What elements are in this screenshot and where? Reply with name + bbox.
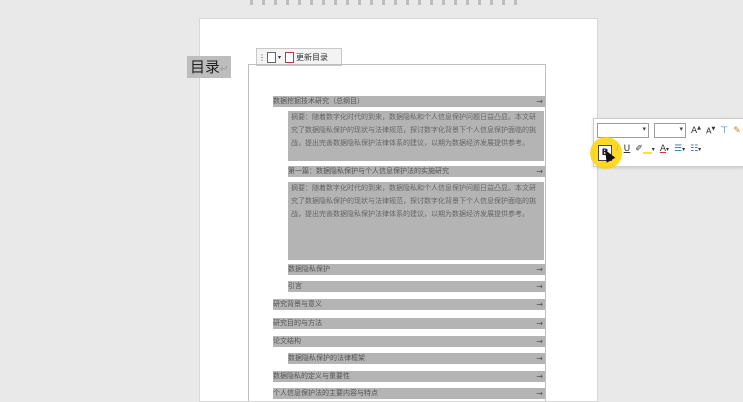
shrink-font-button[interactable]: A▼ bbox=[706, 126, 715, 136]
toc-line[interactable]: 个人信息保护法的主要内容与特点 → bbox=[273, 388, 545, 399]
update-toc-label: 更新目录 bbox=[296, 52, 329, 62]
update-doc-icon bbox=[285, 51, 295, 63]
font-size-combo[interactable]: ▾ bbox=[654, 123, 686, 138]
toc-line[interactable]: 研究目的与方法 → bbox=[273, 318, 545, 329]
underline-button[interactable]: U bbox=[624, 144, 631, 154]
arrow-icon: → bbox=[536, 354, 543, 363]
toc-line[interactable]: 第一篇：数据隐私保护与个人信息保护法的实施研究 → bbox=[288, 166, 545, 177]
toc-line[interactable]: 数据隐私的定义与重要性 → bbox=[273, 371, 545, 382]
change-case-icon[interactable]: ⊤ bbox=[720, 126, 728, 136]
font-color-button[interactable]: A▾ bbox=[660, 144, 669, 154]
format-painter-icon[interactable]: ✎ bbox=[733, 126, 741, 136]
toc-menu-icon[interactable]: ⋮ bbox=[257, 53, 267, 62]
mini-toolbar-row-2: I U ✐▾ A▾ ☰▾ ☷▾ bbox=[616, 144, 701, 154]
chevron-down-icon: ▾ bbox=[642, 125, 646, 133]
toc-line[interactable]: 论文结构 → bbox=[273, 336, 545, 347]
toc-line[interactable]: 引言 → bbox=[288, 281, 545, 292]
toc-paragraph[interactable]: 摘要：随着数字化时代的到来，数据隐私和个人信息保护问题日益凸显。本文研究了数据隐… bbox=[288, 182, 544, 260]
paragraph-mark-icon: ↵ bbox=[220, 64, 229, 75]
arrow-icon: → bbox=[536, 167, 543, 176]
arrow-icon: → bbox=[536, 337, 543, 346]
toc-line[interactable]: 数据隐私保护的法律框架 → bbox=[288, 353, 545, 364]
bullets-icon[interactable]: ☰▾ bbox=[674, 144, 685, 154]
ruler bbox=[250, 0, 540, 6]
toc-line[interactable]: 研究背景与意义 → bbox=[273, 299, 545, 310]
toc-title[interactable]: 目录↵ bbox=[187, 56, 232, 78]
toc-paragraph[interactable]: 摘要：随着数字化时代的到来，数据隐私和个人信息保护问题日益凸显。本文研究了数据隐… bbox=[288, 111, 544, 161]
arrow-icon: → bbox=[536, 319, 543, 328]
chevron-down-icon: ▾ bbox=[679, 125, 683, 133]
arrow-icon: → bbox=[536, 282, 543, 291]
font-name-combo[interactable]: ▾ bbox=[597, 123, 649, 138]
toc-doc-icon[interactable] bbox=[267, 51, 276, 63]
toc-line[interactable]: 数据隐私保护 → bbox=[288, 264, 545, 275]
arrow-icon: → bbox=[536, 372, 543, 381]
highlight-color-icon[interactable]: ✐ ▾ bbox=[635, 144, 655, 154]
update-toc-button[interactable]: 更新目录 bbox=[285, 51, 329, 63]
toc-title-text: 目录 bbox=[190, 58, 221, 76]
arrow-icon: → bbox=[536, 300, 543, 309]
grow-font-button[interactable]: A▲ bbox=[691, 125, 701, 136]
mini-toolbar-row-1: ▾ ▾ A▲ A▼ ⊤ ✎ bbox=[597, 123, 741, 138]
chevron-down-icon[interactable]: ▾ bbox=[278, 54, 281, 61]
arrow-icon: → bbox=[536, 265, 543, 274]
arrow-icon: → bbox=[536, 97, 543, 106]
arrow-icon: → bbox=[536, 389, 543, 398]
toc-line[interactable]: 数据挖掘技术研究（总纲目） → bbox=[273, 96, 545, 107]
numbering-icon[interactable]: ☷▾ bbox=[690, 144, 701, 154]
